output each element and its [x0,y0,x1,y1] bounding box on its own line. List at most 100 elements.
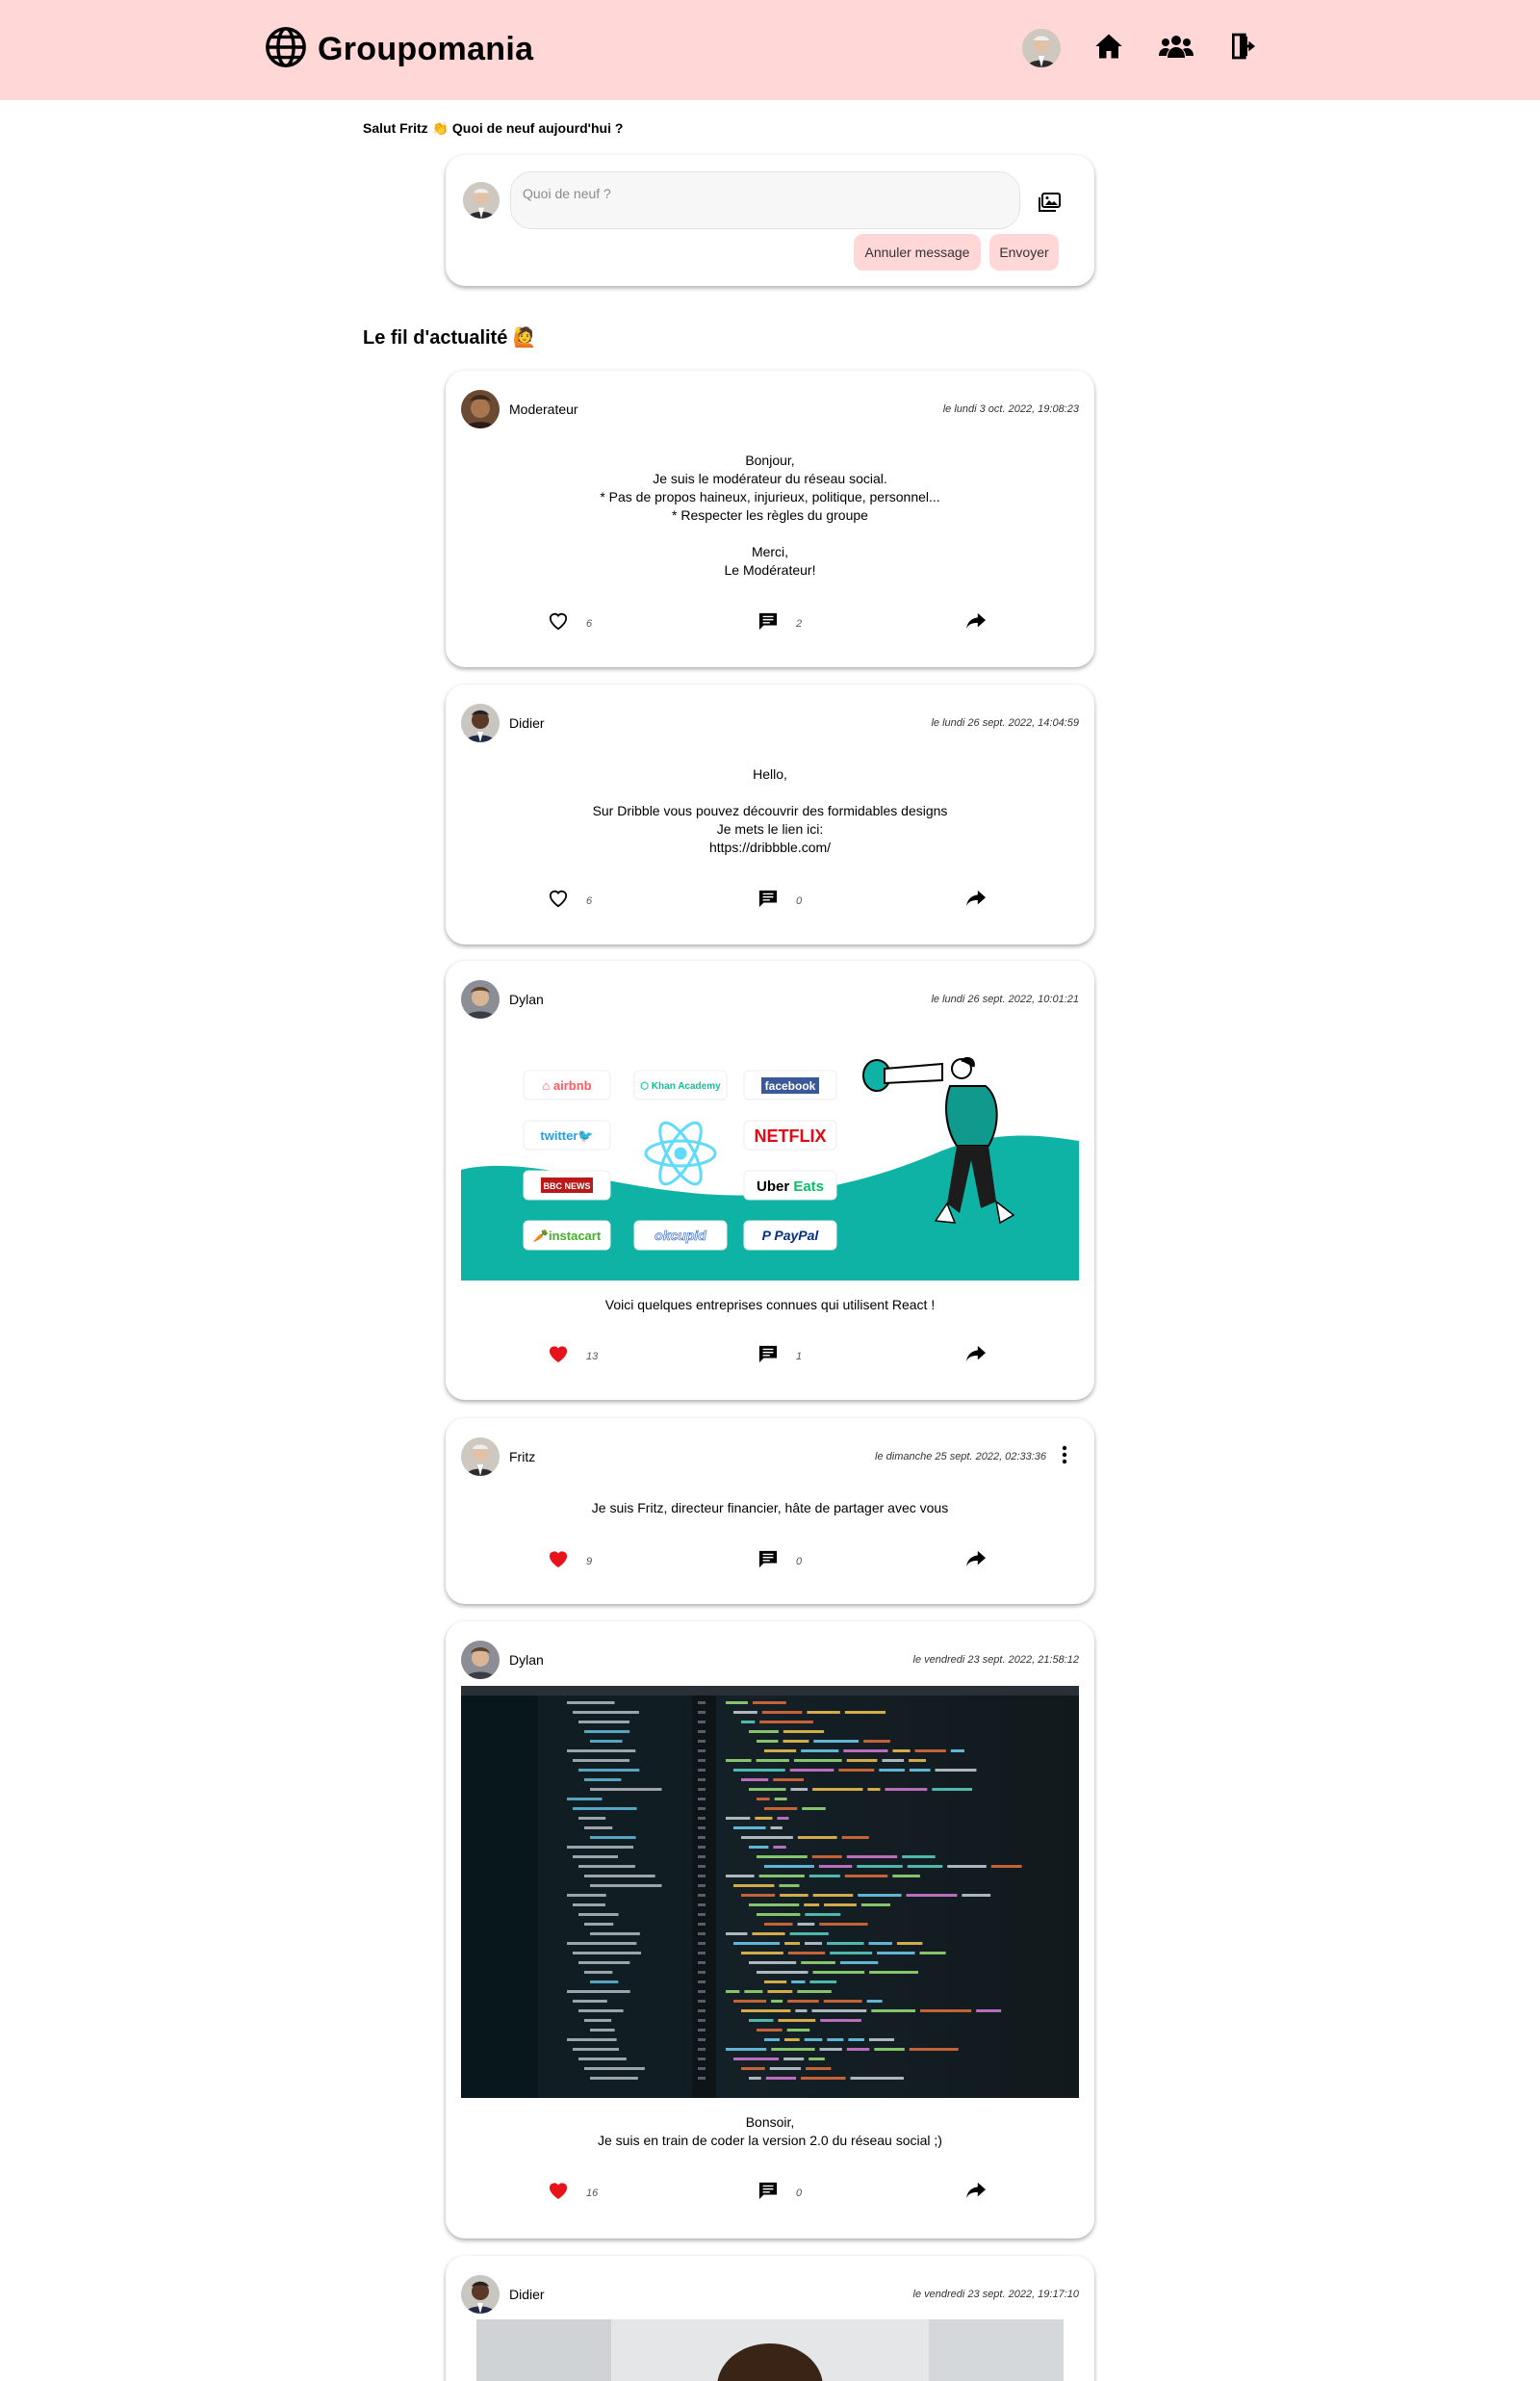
like-count: 16 [586,2187,599,2199]
logout-icon [1228,31,1259,66]
comment-button[interactable]: 0 [757,889,802,913]
share-icon [965,1345,987,1367]
post-actions: 16 0 [446,2181,1094,2206]
post-author[interactable]: Dylan [509,992,544,1007]
author-avatar[interactable] [461,704,500,742]
svg-text:⌂ airbnb: ⌂ airbnb [542,1078,591,1093]
cancel-message-button[interactable]: Annuler message [854,234,981,271]
like-button[interactable]: 6 [548,611,592,635]
users-icon [1159,32,1194,65]
comment-button[interactable]: 0 [757,1549,802,1573]
post-text: Voici quelques entreprises connues qui u… [604,1297,936,1312]
post-image[interactable] [461,1686,1079,2098]
like-count: 9 [586,1555,593,1567]
svg-text:twitter🐦: twitter🐦 [540,1128,593,1143]
author-avatar[interactable] [461,1437,500,1476]
comment-icon [757,611,779,635]
like-button[interactable]: 13 [548,1344,598,1368]
like-button[interactable]: 6 [548,889,592,913]
comment-button[interactable]: 0 [757,2181,802,2205]
post-date: le dimanche 25 sept. 2022, 02:33:36 [875,1451,1046,1462]
image-upload-icon[interactable] [1035,188,1064,217]
nav-profile[interactable] [1022,27,1061,69]
post-text: Je suis Fritz, directeur financier, hâte… [591,1500,949,1515]
svg-text:Uber Eats: Uber Eats [757,1178,824,1195]
brand-name: Groupomania [318,31,534,67]
post-author[interactable]: Dylan [509,1652,544,1668]
author-avatar[interactable] [461,980,500,1019]
globe-icon [264,25,308,74]
home-icon [1093,32,1124,65]
post-actions: 13 1 [446,1344,1094,1369]
svg-text:facebook: facebook [765,1079,816,1093]
user-avatar [1022,29,1061,67]
post-image[interactable]: ⌂ airbnb ⬡ Khan Academy facebook twitter… [461,1040,1079,1281]
heart-filled-icon [548,2181,569,2205]
post-author[interactable]: Didier [509,715,545,731]
svg-text:okcupid: okcupid [654,1228,706,1243]
share-icon [965,612,987,634]
author-avatar[interactable] [461,1641,500,1679]
post-composer: Annuler message Envoyer [446,155,1094,286]
svg-text:⬡ Khan Academy: ⬡ Khan Academy [640,1081,721,1092]
comment-count: 0 [796,894,803,907]
post-date: le vendredi 23 sept. 2022, 21:58:12 [912,1654,1079,1666]
post-card: Moderateur le lundi 3 oct. 2022, 19:08:2… [446,371,1094,667]
post-header: Moderateur [461,390,578,428]
main-nav [1022,27,1263,69]
nav-users[interactable] [1157,27,1195,69]
comment-icon [757,2181,779,2205]
comment-button[interactable]: 2 [757,611,802,635]
post-actions: 6 2 [446,611,1094,636]
user-avatar [463,182,500,219]
more-options-icon[interactable] [1062,1445,1067,1469]
comment-icon [757,1549,779,1573]
post-header: Dylan [461,1641,544,1679]
share-button[interactable] [965,1344,987,1368]
post-card: Dylan le vendredi 23 sept. 2022, 21:58:1… [446,1621,1094,2239]
post-date: le lundi 26 sept. 2022, 10:01:21 [931,994,1079,1005]
comment-count: 0 [796,1555,803,1567]
post-author[interactable]: Didier [509,2287,545,2302]
comment-button[interactable]: 1 [757,1344,802,1368]
like-button[interactable]: 16 [548,2181,598,2205]
author-avatar[interactable] [461,390,500,428]
comment-icon [757,1344,779,1368]
share-icon [965,2182,987,2204]
post-author[interactable]: Fritz [509,1449,535,1464]
post-header: Fritz [461,1437,535,1476]
post-date: le lundi 3 oct. 2022, 19:08:23 [942,403,1079,415]
heart-outline-icon [548,611,569,635]
share-button[interactable] [965,1549,987,1573]
post-text-input[interactable] [510,171,1020,229]
share-button[interactable] [965,2181,987,2205]
send-button[interactable]: Envoyer [989,234,1059,271]
share-icon [965,1550,987,1572]
like-count: 13 [586,1350,599,1362]
share-button[interactable] [965,611,987,635]
post-header: Didier [461,2275,545,2314]
post-actions: 9 0 [446,1549,1094,1574]
svg-text:P PayPal: P PayPal [762,1228,820,1243]
post-text: Bonsoir, Je suis en train de coder la ve… [598,2114,942,2148]
nav-logout[interactable] [1224,27,1263,69]
share-icon [965,890,987,912]
post-text: Hello, Sur Dribble vous pouvez découvrir… [592,766,948,855]
like-button[interactable]: 9 [548,1549,592,1573]
post-header: Didier [461,704,545,742]
heart-filled-icon [548,1344,569,1368]
post-date: le lundi 26 sept. 2022, 14:04:59 [931,717,1079,729]
post-image[interactable] [476,2319,1064,2381]
nav-home[interactable] [1090,27,1128,69]
post-card: Didier le vendredi 23 sept. 2022, 19:17:… [446,2256,1094,2381]
comment-icon [757,889,779,913]
feed-title: Le fil d'actualité 🙋 [363,327,537,349]
svg-text:NETFLIX: NETFLIX [755,1126,827,1146]
brand[interactable]: Groupomania [264,25,533,74]
like-count: 6 [586,894,593,907]
heart-outline-icon [548,889,569,913]
share-button[interactable] [965,889,987,913]
comment-count: 2 [796,617,803,630]
post-author[interactable]: Moderateur [509,401,578,417]
author-avatar[interactable] [461,2275,500,2314]
